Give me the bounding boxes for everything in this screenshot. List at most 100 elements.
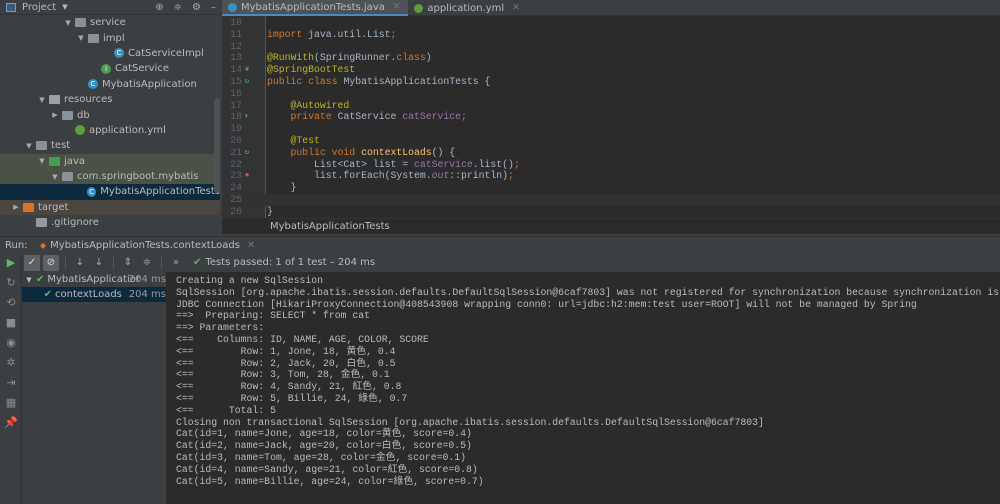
more-icon[interactable]: » [168, 255, 184, 271]
code-line[interactable]: 10 [222, 17, 1000, 29]
line-number: 15 [230, 76, 242, 87]
tree-item[interactable]: ▼ java [0, 153, 220, 169]
chevron-right-icon[interactable]: ▶ [11, 203, 21, 211]
test-case-row[interactable]: ✔ contextLoads 204 ms [22, 287, 166, 302]
tree-item[interactable]: application.yml [0, 123, 220, 138]
code-token: .list() [472, 158, 514, 170]
close-icon[interactable]: ✕ [247, 240, 255, 251]
tab-label: MybatisApplicationTests.java [241, 1, 385, 13]
gear-icon[interactable]: ⚙ [192, 2, 201, 13]
breakpoint-icon[interactable]: ● [242, 170, 252, 182]
tree-item[interactable]: C CatServiceImpl [0, 46, 220, 61]
code-line[interactable]: 24 } [222, 182, 1000, 194]
close-icon[interactable]: ✕ [512, 3, 520, 13]
tree-item[interactable]: .gitignore [0, 215, 220, 230]
pin-icon[interactable]: 📌 [0, 413, 22, 433]
tree-item[interactable]: ▶ target [0, 199, 220, 216]
test-suite-row[interactable]: ▼ ✔ MybatisApplicatior 204 ms [22, 272, 166, 287]
chevron-down-icon[interactable]: ▼ [50, 173, 60, 181]
tree-item[interactable]: ▼ service [0, 15, 220, 30]
run-tab[interactable]: ◆ MybatisApplicationTests.contextLoads ✕ [32, 236, 264, 254]
rerun-icon[interactable]: ▶ [0, 253, 22, 273]
show-passed-icon[interactable]: ✓ [24, 254, 40, 271]
tree-item[interactable]: ▶ db [0, 107, 220, 122]
code-line[interactable]: 19 [222, 123, 1000, 135]
code-token: (SpringRunner. [314, 52, 397, 64]
code-line[interactable]: 11 import java.util.List; [222, 29, 1000, 41]
tree-item[interactable]: C MybatisApplicationTests [0, 184, 220, 200]
chevron-down-icon[interactable]: ▼ [62, 3, 67, 11]
code-line[interactable]: 23 ● list.forEach(System.out::println); [222, 170, 1000, 182]
console-line: <== Columns: ID, NAME, AGE, COLOR, SCORE [176, 333, 429, 345]
code-line[interactable]: 21 ↻ public void contextLoads() { [222, 147, 1000, 159]
chevron-down-icon[interactable]: ▼ [63, 19, 73, 27]
code-token: import [267, 28, 309, 40]
code-line[interactable]: 15 ↻ public class MybatisApplicationTests … [222, 76, 1000, 88]
java-class-icon: C [88, 79, 98, 90]
tree-item[interactable]: ▼ com.springboot.mybatis [0, 168, 220, 185]
code-line[interactable]: 18 ◐ private CatService catService; [222, 111, 1000, 123]
expand-all-icon[interactable]: ⇕ [120, 255, 136, 271]
run-panel-header: Run: ◆ MybatisApplicationTests.contextLo… [0, 236, 1000, 254]
chevron-right-icon[interactable]: ▶ [50, 111, 60, 119]
breadcrumb[interactable]: MybatisApplicationTests [222, 218, 1000, 234]
code-line[interactable]: 22 List<Cat> list = catService.list(); [222, 159, 1000, 171]
close-icon[interactable]: ✕ [393, 2, 401, 12]
tab-mybatis-application-tests[interactable]: MybatisApplicationTests.java ✕ [222, 0, 409, 16]
layout-icon[interactable]: ▦ [0, 393, 22, 413]
tab-application-yml[interactable]: application.yml ✕ [408, 0, 527, 16]
code-line[interactable]: 14 ❦ @SpringBootTest [222, 64, 1000, 76]
run-test-icon[interactable]: ↻ [242, 147, 252, 159]
tree-item-label: resources [64, 94, 113, 106]
minimize-icon[interactable]: – [211, 2, 216, 13]
test-duration: 204 ms [128, 274, 166, 285]
stop-icon[interactable]: ■ [0, 313, 22, 333]
collapse-icon[interactable]: ≑ [174, 2, 182, 13]
code-line[interactable]: 20 @Test [222, 135, 1000, 147]
tree-item[interactable]: C MybatisApplication [0, 77, 220, 92]
folder-icon [88, 33, 99, 43]
code-token: ::println) [449, 170, 509, 182]
tree-item[interactable]: ▼ resources [0, 92, 220, 107]
chevron-down-icon[interactable]: ▼ [76, 34, 86, 42]
tree-item[interactable]: ▼ impl [0, 30, 220, 45]
rerun-failed-icon[interactable]: ↻ [0, 273, 22, 293]
tree-item[interactable]: I CatService [0, 61, 220, 76]
chevron-down-icon[interactable]: ▼ [37, 157, 47, 165]
code-line[interactable]: 25 [222, 194, 1000, 206]
console-output[interactable]: Creating a new SqlSession SqlSession [org… [166, 272, 1000, 504]
collapse-all-icon[interactable]: ≑ [139, 255, 155, 271]
chevron-down-icon[interactable]: ▼ [24, 142, 34, 150]
line-number: 23 [230, 170, 242, 182]
spring-bean-icon[interactable]: ❦ [242, 64, 252, 76]
tree-item-label: application.yml [89, 124, 166, 136]
crosshair-icon[interactable]: ⊕ [155, 2, 163, 13]
code-editor[interactable]: 10 11 import java.util.List; 12 13 @RunWith(S… [222, 16, 1000, 218]
tree-item[interactable]: ▼ test [0, 138, 220, 153]
show-ignored-icon[interactable]: ⊘ [43, 254, 59, 271]
console-line: Cat(id=1, name=Jone, age=18, color=黄色, s… [176, 428, 472, 440]
chevron-down-icon[interactable]: ▼ [22, 276, 36, 284]
settings-icon[interactable]: ✲ [0, 353, 22, 373]
code-line[interactable]: 13 @RunWith(SpringRunner.class) [222, 52, 1000, 64]
run-test-icon[interactable]: ↻ [242, 76, 252, 88]
code-line[interactable]: 17 @Autowired [222, 100, 1000, 112]
console-line: <== Total: 5 [176, 404, 276, 416]
code-line[interactable]: 12 [222, 41, 1000, 53]
code-text: @Test [267, 135, 320, 147]
code-text: public class MybatisApplicationTests { [267, 76, 490, 88]
sort-alpha-icon[interactable]: ↓ [72, 255, 88, 271]
import-icon[interactable]: ⇥ [0, 373, 22, 393]
autowired-bean-icon[interactable]: ◐ [242, 111, 252, 123]
toggle-auto-test-icon[interactable]: ⟲ [0, 293, 22, 313]
chevron-down-icon[interactable]: ▼ [37, 96, 47, 104]
project-tree-scrollbar[interactable] [214, 98, 220, 193]
check-icon: ✔ [43, 289, 52, 300]
code-line[interactable]: 16 [222, 88, 1000, 100]
code-line[interactable]: 26} [222, 206, 1000, 218]
code-token: java.util.List [308, 28, 391, 40]
project-title-dropdown[interactable]: Project [22, 2, 56, 13]
sort-duration-icon[interactable]: ↓ [91, 255, 107, 271]
camera-icon[interactable]: ◉ [0, 333, 22, 353]
test-duration: 204 ms [128, 289, 166, 300]
